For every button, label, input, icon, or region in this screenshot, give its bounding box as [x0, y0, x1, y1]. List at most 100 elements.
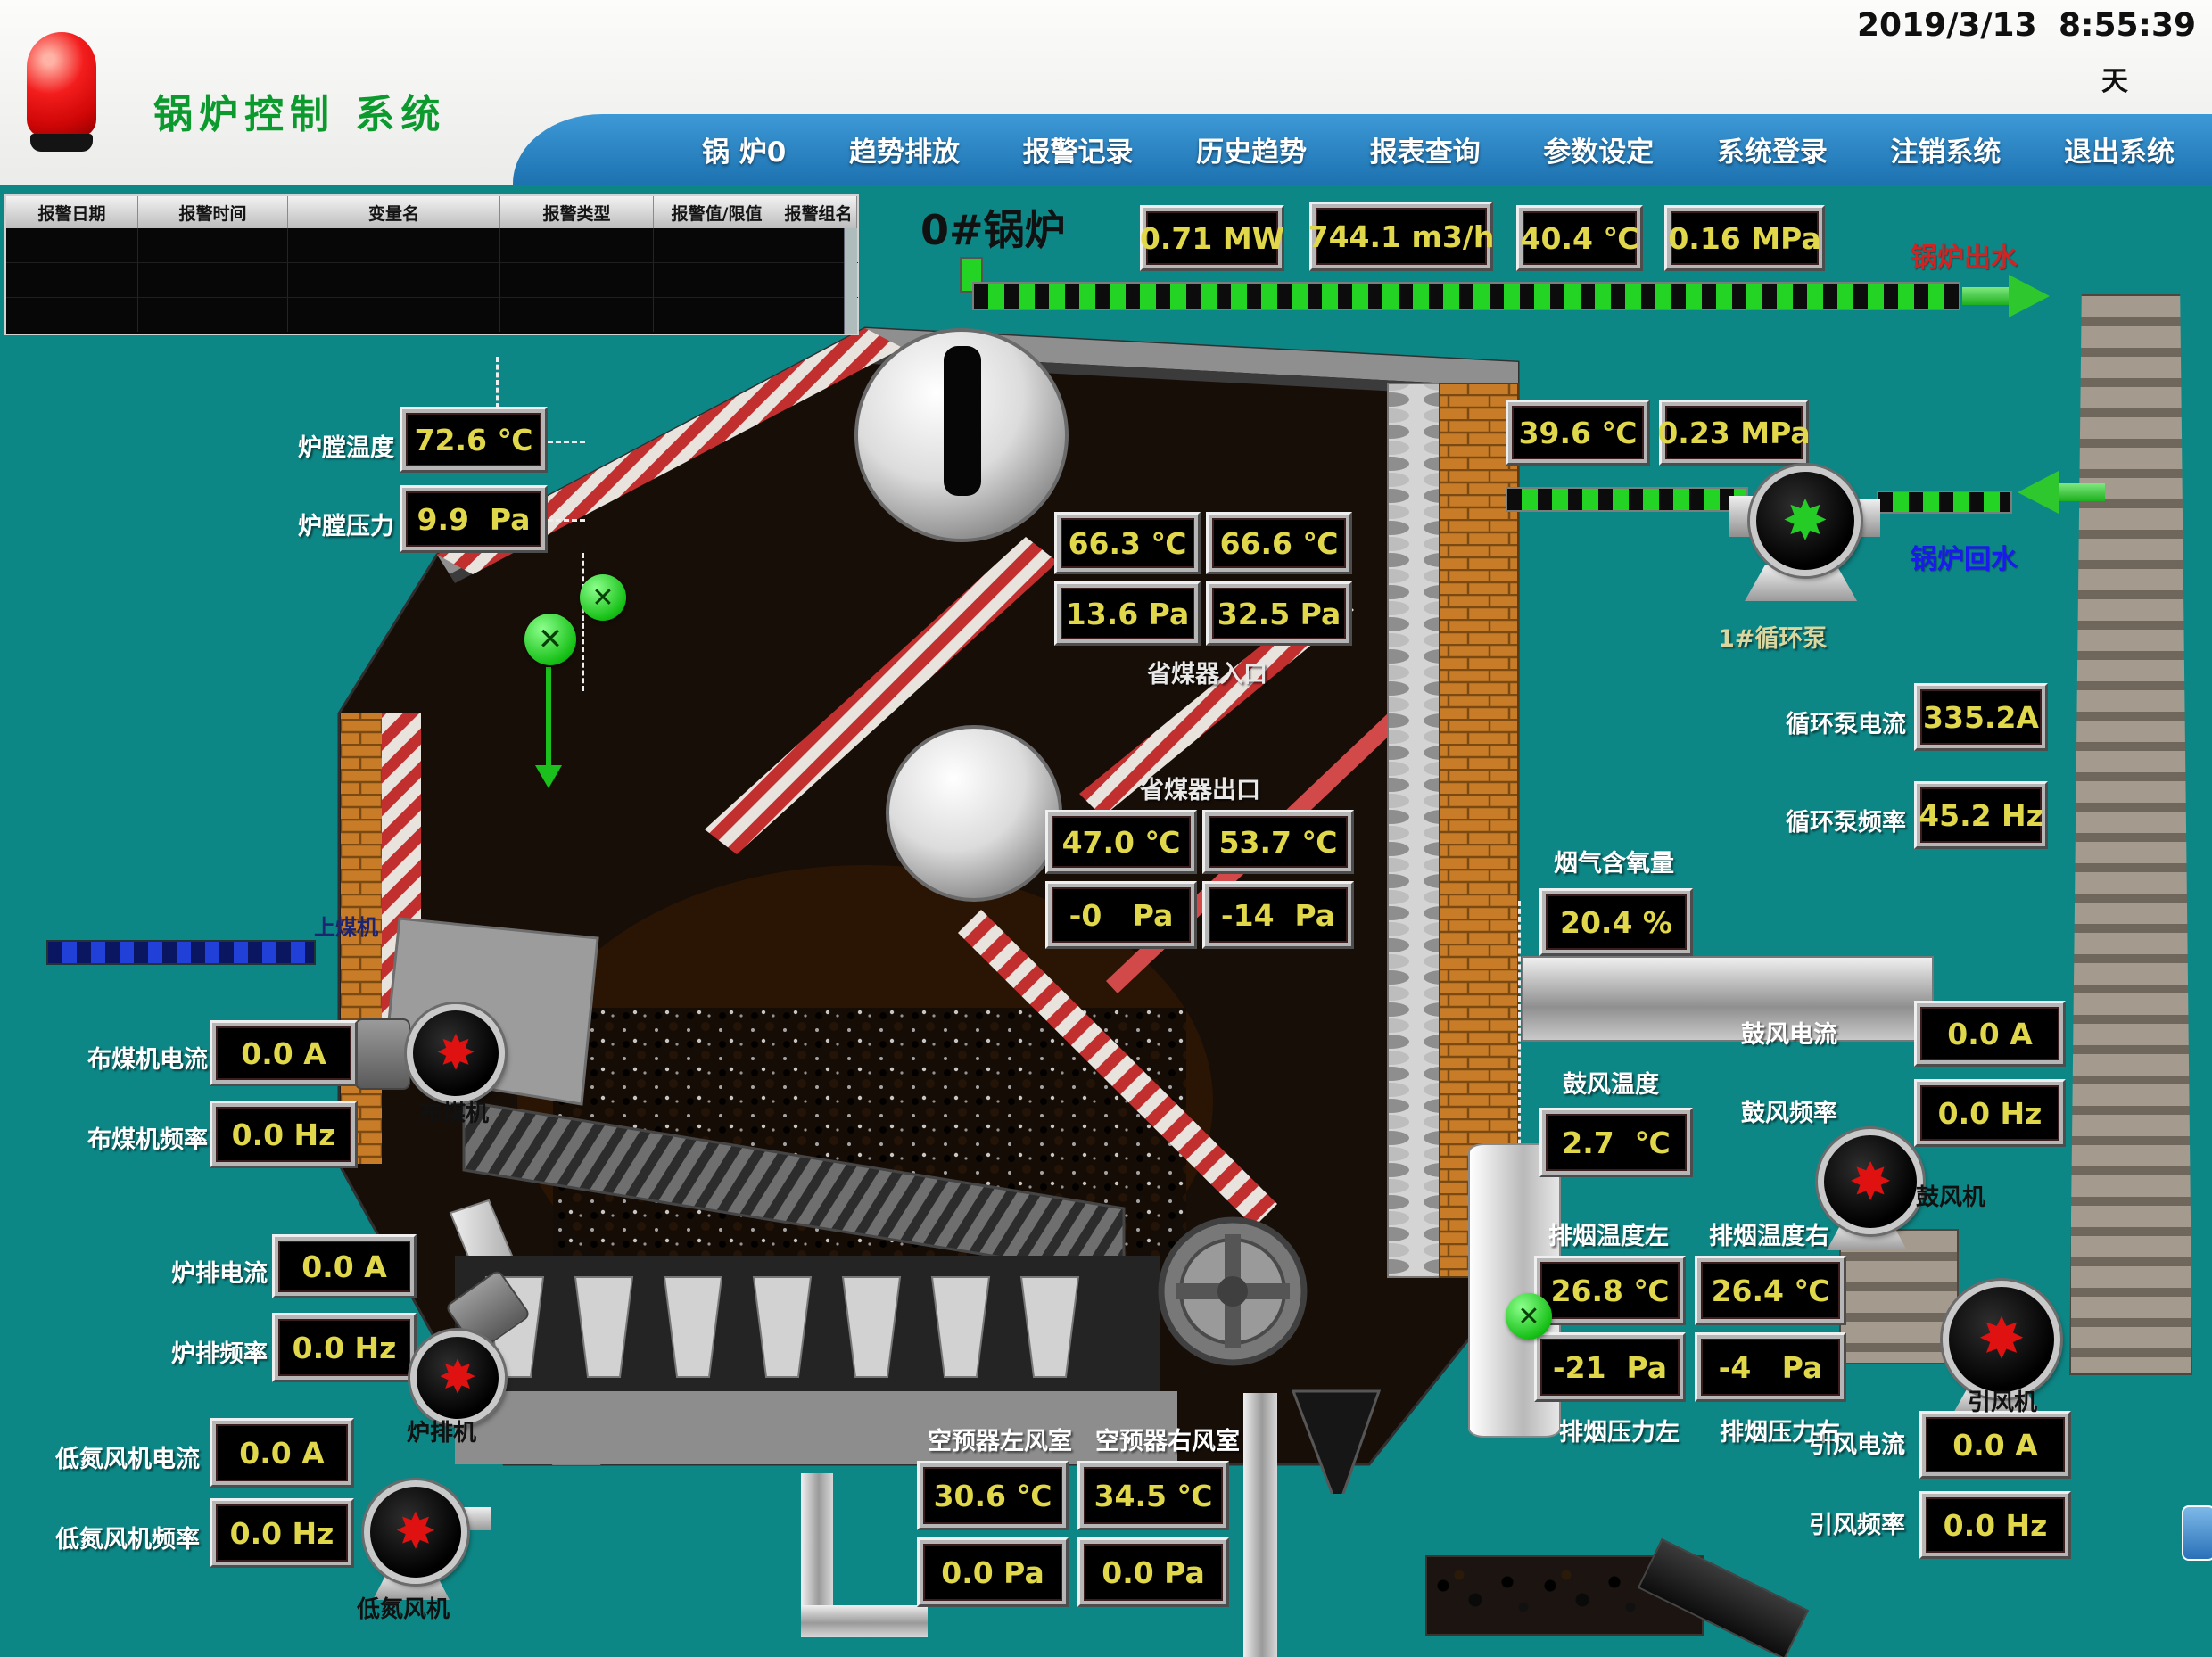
nav-report-query[interactable]: 报表查询 — [1370, 129, 1481, 169]
return-pipe-label: 锅炉回水 — [1911, 537, 2018, 576]
meter-exh-pa-left: -21 Pa — [1534, 1332, 1686, 1402]
induced-freq-label: 引风频率 — [1809, 1505, 1905, 1540]
o2-label: 烟气含氧量 — [1554, 844, 1674, 878]
induced-fan-icon[interactable]: ✸ — [1943, 1281, 2060, 1398]
blast-temp-label: 鼓风温度 — [1563, 1065, 1659, 1100]
blast-fan-label: 鼓风机 — [1916, 1179, 1985, 1212]
meter-eco-outlet-temp-left: 47.0 ℃ — [1045, 810, 1197, 874]
preheater-pipe-right — [1243, 1393, 1277, 1657]
status-indicator-icon: ✕ — [524, 614, 576, 665]
lownox-freq-label: 低氮风机频率 — [55, 1520, 200, 1554]
nav-alarm-records[interactable]: 报警记录 — [1023, 129, 1134, 169]
meter-eco-outlet-pa-right: -14 Pa — [1202, 881, 1354, 949]
induced-fan-label: 引风机 — [1968, 1384, 2037, 1417]
grate-drive-wheel — [1161, 1220, 1304, 1363]
meter-spreader-freq: 0.0 Hz — [210, 1101, 358, 1168]
exh-pa-left-label: 排烟压力左 — [1559, 1413, 1680, 1447]
lownox-current-label: 低氮风机电流 — [55, 1439, 200, 1474]
blast-fan-icon[interactable]: ✸ — [1818, 1129, 1923, 1234]
meter-circ-freq: 45.2 Hz — [1914, 781, 2048, 849]
lownox-label: 低氮风机 — [357, 1591, 450, 1624]
meter-induced-current: 0.0 A — [1919, 1411, 2071, 1479]
alarm-col-variable: 变量名 — [288, 196, 500, 228]
meter-return-pressure: 0.23 MPa — [1659, 400, 1809, 466]
meter-outlet-temp: 40.4 ℃ — [1516, 205, 1643, 271]
grate-freq-label: 炉排频率 — [171, 1334, 268, 1369]
alarm-beacon-base — [30, 134, 93, 152]
circ-current-label: 循环泵电流 — [1786, 705, 1906, 739]
alarm-col-time: 报警时间 — [138, 196, 288, 228]
nav-exit[interactable]: 退出系统 — [2064, 129, 2175, 169]
lownox-fan-icon[interactable]: ✸ — [364, 1480, 467, 1584]
alarm-table-body — [6, 228, 857, 332]
alarm-table-header: 报警日期 报警时间 变量名 报警类型 报警值/限值 报警组名 — [6, 196, 857, 228]
meter-furnace-pressure: 9.9 Pa — [400, 485, 548, 553]
blast-freq-label: 鼓风频率 — [1741, 1093, 1837, 1128]
meter-circ-current: 335.2A — [1914, 683, 2048, 751]
meter-boiler-power: 0.71 MW — [1140, 205, 1284, 271]
boiler-name: 0#锅炉 — [920, 198, 1066, 257]
alarm-beacon-icon — [27, 32, 96, 137]
meter-eco-outlet-pa-left: -0 Pa — [1045, 881, 1197, 949]
meter-return-temp: 39.6 ℃ — [1506, 400, 1650, 466]
time-display: 8:55:39 — [2059, 7, 2196, 44]
status-indicator-icon: ✕ — [1506, 1293, 1552, 1340]
spreader-current-label: 布煤机电流 — [87, 1040, 208, 1075]
boiler-hmi-screen: 锅炉控制 系统 2019/3/13 8:55:39 天 锅 炉0 趋势排放 报警… — [0, 0, 2212, 1657]
meter-exh-temp-right: 26.4 ℃ — [1695, 1256, 1846, 1325]
circulation-pump-icon[interactable]: ✸ — [1750, 466, 1861, 576]
meter-eco-inlet-temp-left: 66.3 ℃ — [1054, 512, 1201, 574]
corner-logo[interactable] — [2182, 1505, 2212, 1561]
grate-drive-icon[interactable]: ✸ — [410, 1331, 505, 1425]
preheater-right-label: 空预器右风室 — [1095, 1422, 1240, 1456]
main-nav: 锅 炉0 趋势排放 报警记录 历史趋势 报表查询 参数设定 系统登录 注销系统 … — [513, 114, 2212, 185]
meter-preheater-pa-left: 0.0 Pa — [917, 1537, 1069, 1607]
date-display: 2019/3/13 — [1857, 7, 2037, 44]
meter-preheater-temp-right: 34.5 ℃ — [1077, 1461, 1229, 1530]
alarm-col-group: 报警组名 — [780, 196, 857, 228]
meter-furnace-temp: 72.6 ℃ — [400, 407, 548, 473]
spreader-fan-icon[interactable]: ✸ — [407, 1004, 505, 1102]
meter-lownox-freq: 0.0 Hz — [210, 1498, 354, 1568]
nav-boiler0[interactable]: 锅 炉0 — [702, 129, 786, 169]
meter-eco-outlet-temp-right: 53.7 ℃ — [1202, 810, 1354, 874]
alarm-table-scrollbar[interactable] — [844, 228, 857, 334]
alarm-col-date: 报警日期 — [6, 196, 138, 228]
meter-eco-inlet-pa-right: 32.5 Pa — [1206, 581, 1352, 646]
heat-exchanger — [1388, 383, 1440, 1277]
blast-current-label: 鼓风电流 — [1741, 1015, 1837, 1050]
nav-trend-emission[interactable]: 趋势排放 — [849, 129, 960, 169]
page-title: 锅炉控制 系统 — [153, 82, 446, 139]
meter-boiler-flow: 744.1 m3/h — [1309, 202, 1493, 271]
probe-line — [546, 667, 551, 767]
status-indicator-icon: ✕ — [580, 574, 626, 621]
exh-temp-right-label: 排烟温度右 — [1709, 1216, 1829, 1251]
furnace-pressure-label: 炉膛压力 — [298, 507, 394, 541]
meter-grate-freq: 0.0 Hz — [272, 1313, 417, 1382]
meter-blast-current: 0.0 A — [1914, 1001, 2066, 1067]
alarm-col-type: 报警类型 — [500, 196, 654, 228]
meter-eco-inlet-temp-right: 66.6 ℃ — [1206, 512, 1352, 574]
grate-label: 炉排机 — [407, 1414, 476, 1447]
meter-lownox-current: 0.0 A — [210, 1418, 354, 1488]
flue-duct — [1522, 956, 1934, 1042]
meter-blast-freq: 0.0 Hz — [1914, 1079, 2066, 1147]
day-label: 天 — [2101, 59, 2128, 98]
nav-logout[interactable]: 注销系统 — [1890, 129, 2001, 169]
preheater-left-label: 空预器左风室 — [928, 1422, 1072, 1456]
outlet-pipe-label: 锅炉出水 — [1911, 235, 2018, 275]
meter-eco-inlet-pa-left: 13.6 Pa — [1054, 581, 1201, 646]
meter-outlet-pressure: 0.16 MPa — [1664, 205, 1825, 271]
coal-feed-pipe — [46, 940, 316, 965]
meter-exh-temp-left: 26.8 ℃ — [1534, 1256, 1686, 1325]
nav-system-login[interactable]: 系统登录 — [1717, 129, 1828, 169]
circulation-pump-label: 1#循环泵 — [1718, 619, 1827, 654]
grate-current-label: 炉排电流 — [171, 1254, 268, 1289]
meter-induced-freq: 0.0 Hz — [1919, 1491, 2071, 1559]
return-pipe-right — [1877, 491, 2012, 514]
chimney-tall — [2069, 294, 2192, 1375]
circ-freq-label: 循环泵频率 — [1786, 803, 1906, 837]
nav-parameter-settings[interactable]: 参数设定 — [1543, 129, 1654, 169]
meter-grate-current: 0.0 A — [272, 1234, 417, 1298]
nav-history-trends[interactable]: 历史趋势 — [1196, 129, 1307, 169]
